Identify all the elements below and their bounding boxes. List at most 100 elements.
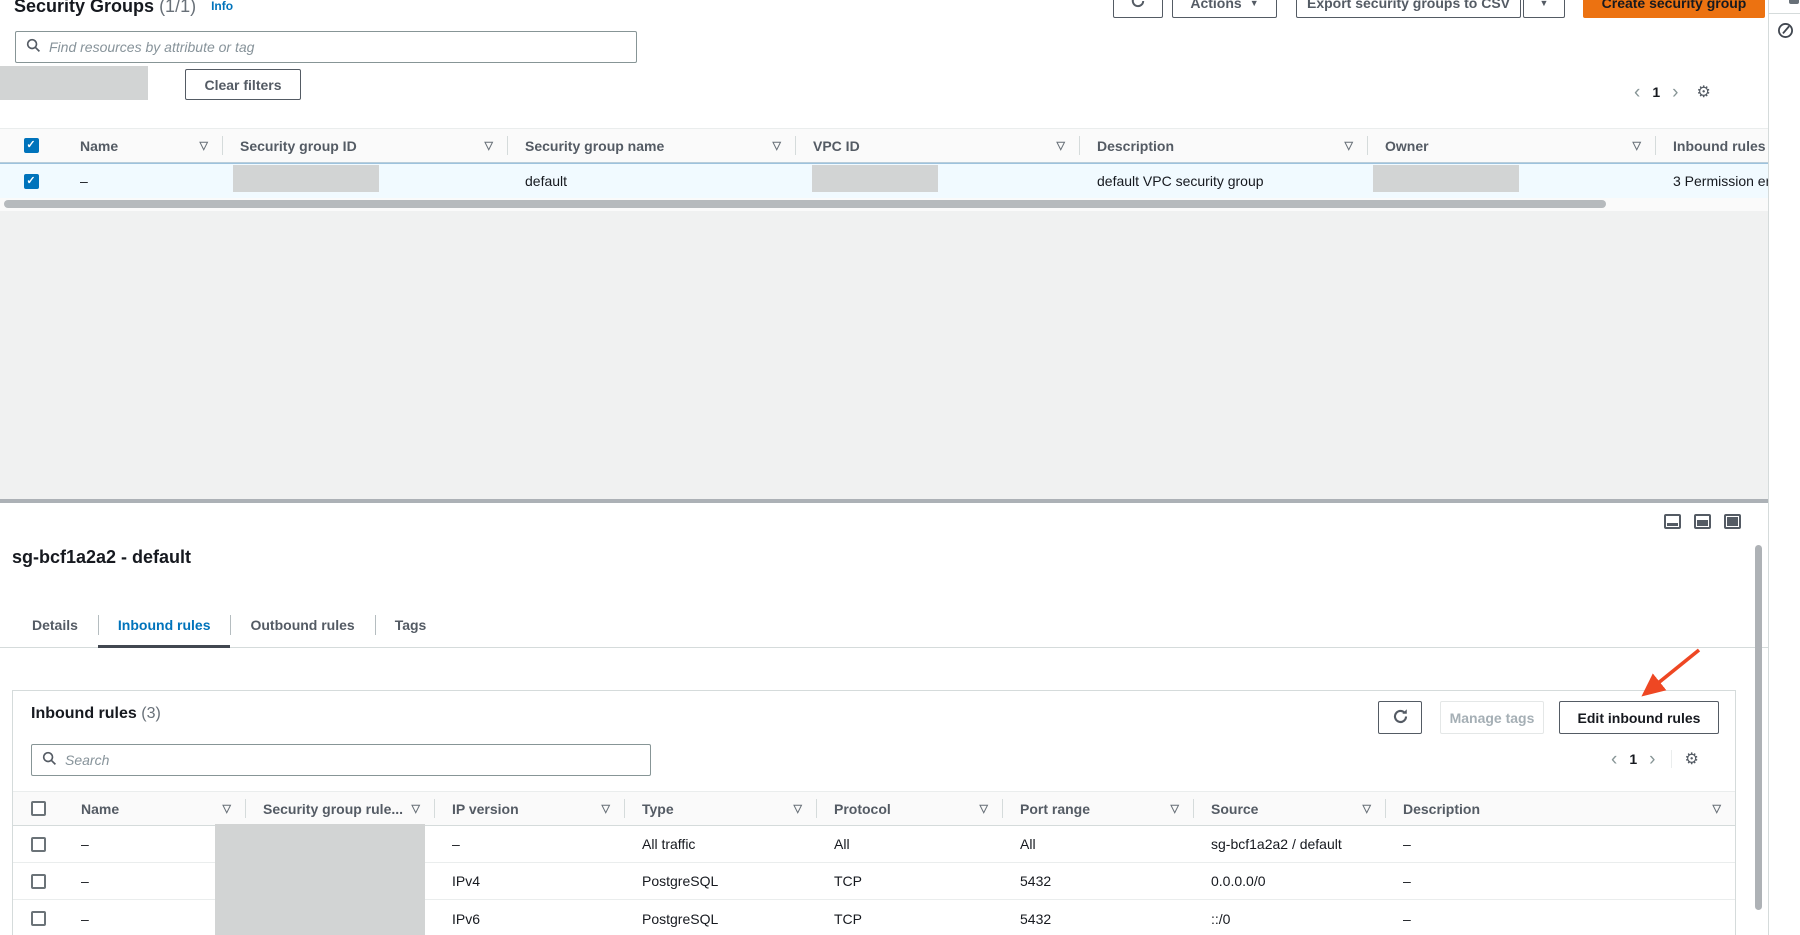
filter-icon[interactable]: ▽ bbox=[1051, 139, 1065, 152]
page-next-icon[interactable]: › bbox=[1666, 83, 1684, 102]
redacted-security-group-id bbox=[233, 165, 379, 192]
cell-source: ::/0 bbox=[1193, 911, 1385, 927]
cell-description: default VPC security group bbox=[1079, 173, 1367, 189]
row-checkbox[interactable]: ✓ bbox=[24, 174, 39, 189]
table-settings-gear-icon[interactable]: ⚙ bbox=[1684, 749, 1698, 769]
column-header-vpc-id[interactable]: VPC ID ▽ bbox=[795, 129, 1079, 162]
column-header-protocol[interactable]: Protocol ▽ bbox=[816, 792, 1002, 825]
rules-search bbox=[31, 744, 651, 776]
page-number[interactable]: 1 bbox=[1646, 84, 1666, 100]
row-checkbox[interactable] bbox=[31, 874, 46, 889]
tab-details[interactable]: Details bbox=[12, 603, 98, 647]
cell-protocol: All bbox=[816, 836, 1002, 852]
column-header-security-group-id[interactable]: Security group ID ▽ bbox=[222, 129, 507, 162]
row-checkbox[interactable] bbox=[31, 911, 46, 926]
cell-source: sg-bcf1a2a2 / default bbox=[1193, 836, 1385, 852]
cell-name: – bbox=[62, 173, 222, 189]
info-link[interactable]: Info bbox=[211, 0, 233, 13]
resource-search bbox=[15, 31, 637, 63]
column-header-security-group-name[interactable]: Security group name ▽ bbox=[507, 129, 795, 162]
filter-icon[interactable]: ▽ bbox=[788, 802, 802, 815]
edit-inbound-rules-button[interactable]: Edit inbound rules bbox=[1559, 701, 1719, 734]
panel-size-medium-icon[interactable] bbox=[1694, 514, 1711, 529]
search-icon bbox=[42, 751, 65, 769]
rules-pagination: ‹ 1 › ⚙ bbox=[1605, 749, 1699, 769]
create-security-group-label: Create security group bbox=[1602, 0, 1747, 11]
column-header-port-range[interactable]: Port range ▽ bbox=[1002, 792, 1193, 825]
right-rail bbox=[1768, 0, 1800, 935]
filter-icon[interactable]: ▽ bbox=[1165, 802, 1179, 815]
redacted-owner bbox=[1373, 165, 1519, 192]
table-settings-gear-icon[interactable]: ⚙ bbox=[1696, 82, 1710, 102]
tab-inbound-rules[interactable]: Inbound rules bbox=[98, 603, 231, 647]
export-csv-button[interactable]: Export security groups to CSV bbox=[1296, 0, 1521, 18]
filter-icon[interactable]: ▽ bbox=[596, 802, 610, 815]
create-security-group-button[interactable]: Create security group bbox=[1583, 0, 1765, 18]
filter-icon[interactable]: ▽ bbox=[1339, 139, 1353, 152]
filter-icon[interactable]: ▽ bbox=[974, 802, 988, 815]
inbound-rules-table-header: Name ▽ Security group rule... ▽ IP versi… bbox=[13, 791, 1735, 826]
filter-icon[interactable]: ▽ bbox=[194, 139, 208, 152]
filter-icon[interactable]: ▽ bbox=[479, 139, 493, 152]
column-header-description[interactable]: Description ▽ bbox=[1385, 792, 1735, 825]
inbound-rules-count: (3) bbox=[141, 705, 161, 722]
filter-icon[interactable]: ▽ bbox=[217, 802, 231, 815]
clear-filters-button[interactable]: Clear filters bbox=[185, 69, 301, 100]
cell-port-range: All bbox=[1002, 836, 1193, 852]
panel-size-large-icon[interactable] bbox=[1724, 514, 1741, 529]
column-header-inbound-rules-count[interactable]: Inbound rules count bbox=[1655, 129, 1768, 162]
redacted-security-group-rule-ids bbox=[215, 824, 425, 935]
cell-inbound-rules-count: 3 Permission entries bbox=[1655, 173, 1768, 189]
inbound-refresh-button[interactable] bbox=[1378, 701, 1422, 734]
circle-slash-icon[interactable] bbox=[1777, 22, 1794, 42]
cell-port-range: 5432 bbox=[1002, 873, 1193, 889]
select-all-checkbox[interactable]: ✓ bbox=[24, 138, 39, 153]
horizontal-scrollbar bbox=[0, 198, 1768, 211]
filter-icon[interactable]: ▽ bbox=[1707, 802, 1721, 815]
caret-down-icon: ▼ bbox=[1540, 0, 1549, 8]
cell-ip-version: IPv4 bbox=[434, 873, 624, 889]
vertical-scrollbar-thumb[interactable] bbox=[1755, 545, 1762, 910]
export-csv-split-button[interactable]: ▼ bbox=[1523, 0, 1565, 18]
column-header-ip-version[interactable]: IP version ▽ bbox=[434, 792, 624, 825]
search-icon bbox=[26, 38, 49, 56]
column-header-description[interactable]: Description ▽ bbox=[1079, 129, 1367, 162]
refresh-icon bbox=[1392, 708, 1409, 728]
select-all-checkbox-cell: ✓ bbox=[0, 129, 62, 162]
page-next-icon[interactable]: › bbox=[1643, 750, 1661, 769]
caret-down-icon: ▼ bbox=[1250, 0, 1259, 8]
actions-button[interactable]: Actions ▼ bbox=[1172, 0, 1277, 18]
filter-icon[interactable]: ▽ bbox=[406, 802, 420, 815]
page-prev-icon[interactable]: ‹ bbox=[1605, 750, 1623, 769]
cell-source: 0.0.0.0/0 bbox=[1193, 873, 1385, 889]
rules-search-input[interactable] bbox=[65, 752, 640, 768]
cell-protocol: TCP bbox=[816, 873, 1002, 889]
filter-icon[interactable]: ▽ bbox=[1357, 802, 1371, 815]
column-header-name[interactable]: Name ▽ bbox=[63, 792, 245, 825]
inbound-rules-title: Inbound rules (3) bbox=[31, 705, 161, 723]
page-number[interactable]: 1 bbox=[1623, 751, 1643, 767]
page-prev-icon[interactable]: ‹ bbox=[1628, 83, 1646, 102]
refresh-button[interactable] bbox=[1113, 0, 1163, 18]
tab-outbound-rules[interactable]: Outbound rules bbox=[230, 603, 374, 647]
column-header-security-group-rule-id[interactable]: Security group rule... ▽ bbox=[245, 792, 434, 825]
column-header-name[interactable]: Name ▽ bbox=[62, 129, 222, 162]
column-header-source[interactable]: Source ▽ bbox=[1193, 792, 1385, 825]
row-checkbox[interactable] bbox=[31, 837, 46, 852]
select-all-checkbox[interactable] bbox=[31, 801, 46, 816]
filter-icon[interactable]: ▽ bbox=[1627, 139, 1641, 152]
column-header-type[interactable]: Type ▽ bbox=[624, 792, 816, 825]
resource-search-input[interactable] bbox=[49, 39, 626, 55]
column-header-owner[interactable]: Owner ▽ bbox=[1367, 129, 1655, 162]
edit-inbound-rules-label: Edit inbound rules bbox=[1578, 710, 1701, 726]
filter-icon[interactable]: ▽ bbox=[767, 139, 781, 152]
select-all-checkbox-cell bbox=[13, 792, 63, 825]
panel-size-controls bbox=[1664, 514, 1741, 529]
clear-filters-label: Clear filters bbox=[204, 77, 281, 93]
manage-tags-button[interactable]: Manage tags bbox=[1440, 701, 1544, 734]
panel-size-small-icon[interactable] bbox=[1664, 514, 1681, 529]
horizontal-scrollbar-thumb[interactable] bbox=[4, 200, 1606, 208]
tab-tags[interactable]: Tags bbox=[375, 603, 447, 647]
cell-ip-version: IPv6 bbox=[434, 911, 624, 927]
detail-panel-title: sg-bcf1a2a2 - default bbox=[12, 547, 191, 568]
